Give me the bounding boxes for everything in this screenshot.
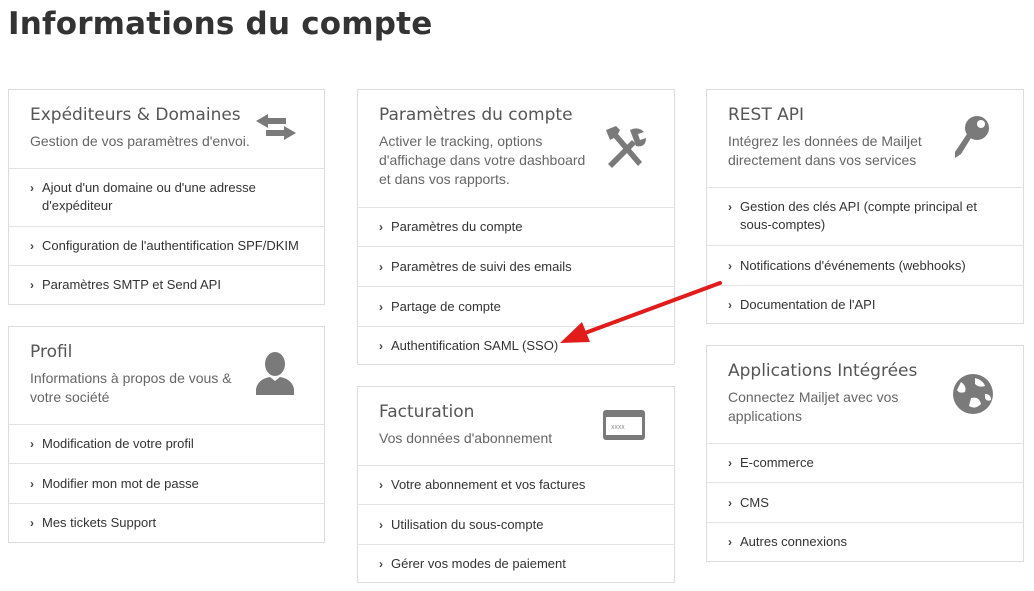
- swap-arrows-icon: [254, 112, 298, 147]
- menu-item-api-keys[interactable]: › Gestion des clés API (compte principal …: [707, 188, 1023, 246]
- menu-item-email-tracking[interactable]: › Paramètres de suivi des emails: [358, 247, 674, 287]
- card-description: Informations à propos de vous & votre so…: [30, 370, 232, 405]
- chevron-right-icon: ›: [728, 200, 732, 214]
- card-billing: Facturation Vos données d'abonnement XXX…: [357, 386, 675, 583]
- chevron-right-icon: ›: [379, 220, 383, 234]
- card-description: Gestion de vos paramètres d'envoi.: [30, 133, 250, 149]
- card-profile: Profil Informations à propos de vous & v…: [8, 326, 325, 543]
- chevron-right-icon: ›: [30, 278, 34, 292]
- card-header: Profil Informations à propos de vous & v…: [9, 327, 324, 425]
- chevron-right-icon: ›: [30, 516, 34, 530]
- card-rest-api: REST API Intégrez les données de Mailjet…: [706, 89, 1024, 324]
- chevron-right-icon: ›: [728, 495, 732, 510]
- menu-item-api-docs[interactable]: › Documentation de l'API: [707, 286, 1023, 323]
- menu-item-edit-profile[interactable]: › Modification de votre profil: [9, 425, 324, 464]
- chevron-right-icon: ›: [728, 258, 732, 273]
- menu-item-change-password[interactable]: › Modifier mon mot de passe: [9, 464, 324, 504]
- menu-item-saml-sso[interactable]: › Authentification SAML (SSO): [358, 327, 674, 364]
- chevron-right-icon: ›: [728, 456, 732, 470]
- user-icon: [254, 351, 296, 400]
- card-title: REST API: [728, 105, 805, 125]
- page-title: Informations du compte: [8, 6, 433, 42]
- card-title: Facturation: [379, 402, 475, 422]
- card-header: Expéditeurs & Domaines Gestion de vos pa…: [9, 90, 324, 169]
- menu-item-add-domain[interactable]: › Ajout d'un domaine ou d'une adresse d'e…: [9, 169, 324, 227]
- menu-item-support-tickets[interactable]: › Mes tickets Support: [9, 504, 324, 542]
- card-number-text: XXXX: [611, 425, 625, 431]
- card-title: Expéditeurs & Domaines: [30, 105, 241, 125]
- globe-icon: [951, 372, 995, 421]
- card-header: REST API Intégrez les données de Mailjet…: [707, 90, 1023, 188]
- chevron-right-icon: ›: [30, 476, 34, 491]
- card-header: Paramètres du compte Activer le tracking…: [358, 90, 674, 208]
- menu-item-smtp-api[interactable]: › Paramètres SMTP et Send API: [9, 266, 324, 304]
- credit-card-icon: XXXX: [602, 409, 646, 446]
- chevron-right-icon: ›: [379, 478, 383, 492]
- chevron-right-icon: ›: [379, 338, 383, 353]
- card-account-settings: Paramètres du compte Activer le tracking…: [357, 89, 675, 365]
- chevron-right-icon: ›: [379, 259, 383, 274]
- key-icon: [953, 114, 993, 165]
- chevron-right-icon: ›: [728, 297, 732, 312]
- card-header: Applications Intégrées Connectez Mailjet…: [707, 346, 1023, 444]
- card-header: Facturation Vos données d'abonnement XXX…: [358, 387, 674, 466]
- menu-item-account-sharing[interactable]: › Partage de compte: [358, 287, 674, 327]
- card-title: Paramètres du compte: [379, 105, 573, 125]
- chevron-right-icon: ›: [30, 437, 34, 451]
- chevron-right-icon: ›: [30, 239, 34, 253]
- card-description: Connectez Mailjet avec vos applications: [728, 389, 899, 424]
- menu-item-webhooks[interactable]: › Notifications d'événements (webhooks): [707, 246, 1023, 286]
- tools-icon: [602, 124, 648, 175]
- card-integrated-apps: Applications Intégrées Connectez Mailjet…: [706, 345, 1024, 562]
- chevron-right-icon: ›: [728, 535, 732, 549]
- card-title: Applications Intégrées: [728, 361, 918, 381]
- card-description: Intégrez les données de Mailjet directem…: [728, 133, 922, 168]
- menu-item-other-connections[interactable]: › Autres connexions: [707, 523, 1023, 561]
- card-description: Activer le tracking, options d'affichage…: [379, 133, 586, 187]
- card-title: Profil: [30, 342, 73, 362]
- card-description: Vos données d'abonnement: [379, 430, 553, 446]
- menu-item-account-settings[interactable]: › Paramètres du compte: [358, 208, 674, 247]
- menu-item-ecommerce[interactable]: › E-commerce: [707, 444, 1023, 483]
- menu-item-cms[interactable]: › CMS: [707, 483, 1023, 523]
- chevron-right-icon: ›: [379, 517, 383, 532]
- menu-item-subscription-invoices[interactable]: › Votre abonnement et vos factures: [358, 466, 674, 505]
- menu-item-payment-methods[interactable]: › Gérer vos modes de paiement: [358, 545, 674, 582]
- chevron-right-icon: ›: [379, 299, 383, 314]
- chevron-right-icon: ›: [30, 181, 34, 195]
- chevron-right-icon: ›: [379, 556, 383, 571]
- card-senders: Expéditeurs & Domaines Gestion de vos pa…: [8, 89, 325, 305]
- menu-item-subaccount-usage[interactable]: › Utilisation du sous-compte: [358, 505, 674, 545]
- menu-item-spf-dkim[interactable]: › Configuration de l'authentification SPF…: [9, 227, 324, 266]
